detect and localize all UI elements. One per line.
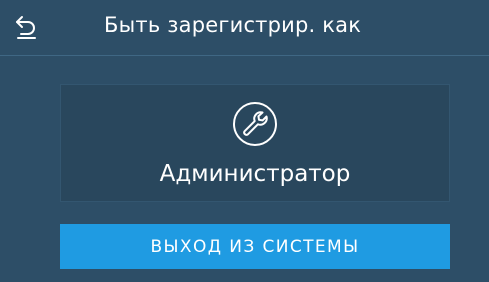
logout-button[interactable]: ВЫХОД ИЗ СИСТЕМЫ	[60, 224, 450, 269]
back-button[interactable]	[8, 8, 46, 46]
back-arrow-icon	[16, 16, 36, 39]
user-role-label: Администратор	[159, 161, 351, 187]
page-title: Быть зарегистрир. как	[104, 13, 362, 37]
wrench-icon	[233, 102, 277, 146]
logout-button-label: ВЫХОД ИЗ СИСТЕМЫ	[150, 236, 360, 257]
header-bar: Быть зарегистрир. как	[0, 0, 489, 56]
current-user-panel: Администратор	[60, 84, 450, 202]
